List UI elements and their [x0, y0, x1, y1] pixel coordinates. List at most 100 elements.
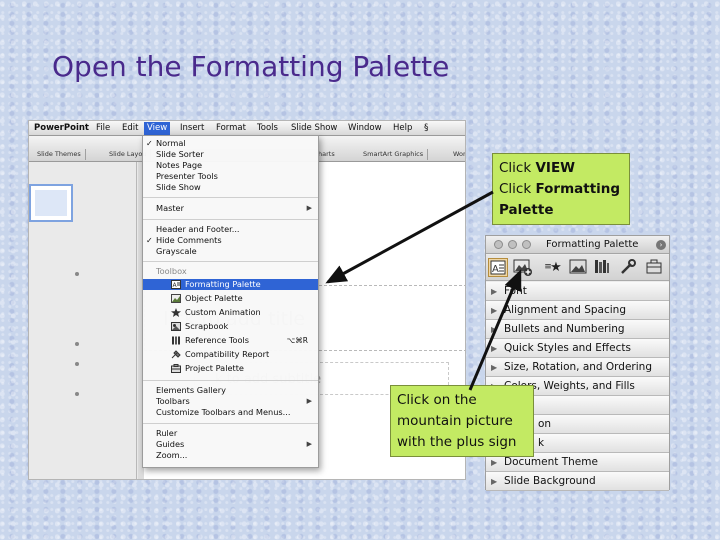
- menu-separator: [143, 423, 318, 424]
- section-label: Alignment and Spacing: [504, 304, 627, 316]
- menu-item-label: Normal: [156, 138, 186, 148]
- menu-item-toolbars[interactable]: Toolbars ▶: [143, 396, 318, 407]
- menu-item-presenter-tools[interactable]: Presenter Tools: [143, 171, 318, 182]
- menu-tools[interactable]: Tools: [254, 122, 281, 135]
- menu-item-reference-tools[interactable]: Reference Tools ⌥⌘R: [143, 335, 318, 346]
- menu-file[interactable]: File: [93, 122, 113, 135]
- callout-line: Click Formatting: [499, 179, 623, 200]
- menu-item-guides[interactable]: Guides ▶: [143, 439, 318, 450]
- menu-slide-show[interactable]: Slide Show: [288, 122, 340, 135]
- text-box-icon[interactable]: A: [488, 258, 508, 277]
- menu-edit[interactable]: Edit: [119, 122, 141, 135]
- star-shape-icon[interactable]: ★: [546, 258, 566, 277]
- ribbon-tab-wordart[interactable]: Wor: [449, 149, 465, 160]
- palette-titlebar[interactable]: Formatting Palette ›: [486, 236, 669, 254]
- menu-item-slide-sorter[interactable]: Slide Sorter: [143, 149, 318, 160]
- menu-item-normal[interactable]: ✓ Normal: [143, 138, 318, 149]
- menu-item-label: Formatting Palette: [185, 279, 261, 289]
- menu-item-header-footer[interactable]: Header and Footer...: [143, 224, 318, 235]
- callout-line: Palette: [499, 200, 623, 221]
- menu-item-label: Object Palette: [185, 293, 243, 303]
- menu-insert[interactable]: Insert: [177, 122, 207, 135]
- script-menu-icon[interactable]: §: [421, 122, 432, 135]
- checkmark-icon: ✓: [146, 236, 153, 245]
- ribbon-tab-slide-themes[interactable]: Slide Themes: [33, 149, 86, 160]
- pane-splitter-dot: [75, 392, 79, 396]
- menu-item-master[interactable]: Master ▶: [143, 203, 318, 214]
- menu-item-grayscale[interactable]: Grayscale: [143, 246, 318, 257]
- menu-item-label: Presenter Tools: [156, 171, 218, 181]
- section-label: Bullets and Numbering: [504, 323, 625, 335]
- palette-options-icon[interactable]: ›: [656, 240, 666, 250]
- palette-section-bullets[interactable]: ▶ Bullets and Numbering: [486, 320, 669, 339]
- palette-section-slide-background[interactable]: ▶ Slide Background: [486, 472, 669, 491]
- menu-item-project-palette[interactable]: Project Palette: [143, 363, 318, 374]
- section-label: Document Theme: [504, 456, 598, 468]
- menu-help[interactable]: Help: [390, 122, 415, 135]
- menu-powerpoint[interactable]: PowerPoint: [31, 122, 92, 135]
- palette-section-size-rotation[interactable]: ▶ Size, Rotation, and Ordering: [486, 358, 669, 377]
- section-label: Size, Rotation, and Ordering: [504, 361, 652, 373]
- menu-item-notes-page[interactable]: Notes Page: [143, 160, 318, 171]
- callout-line: mountain picture: [397, 413, 513, 429]
- submenu-arrow-icon: ▶: [306, 204, 312, 212]
- palette-toolbar: A ≡ ★: [486, 255, 669, 281]
- menu-item-label: Grayscale: [156, 246, 197, 256]
- menu-item-label: Customize Toolbars and Menus...: [156, 407, 291, 417]
- submenu-arrow-icon: ▶: [306, 440, 312, 448]
- menu-item-object-palette[interactable]: Object Palette: [143, 293, 318, 304]
- submenu-arrow-icon: ▶: [306, 397, 312, 405]
- view-menu-dropdown: ✓ Normal Slide Sorter Notes Page Presente…: [142, 135, 319, 468]
- menu-item-label: Custom Animation: [185, 307, 261, 317]
- library-icon[interactable]: [592, 258, 612, 277]
- picture-icon[interactable]: [568, 258, 588, 277]
- menu-separator: [143, 261, 318, 262]
- zoom-button[interactable]: [522, 240, 531, 249]
- section-label: Quick Styles and Effects: [504, 342, 631, 354]
- callout-emphasis: VIEW: [535, 160, 576, 176]
- tools-icon[interactable]: [618, 258, 638, 277]
- callout-line: Click VIEW: [499, 158, 623, 179]
- menu-bar: PowerPoint File Edit View Insert Format …: [29, 121, 465, 136]
- menu-item-elements-gallery[interactable]: Elements Gallery: [143, 385, 318, 396]
- menu-item-hide-comments[interactable]: ✓ Hide Comments: [143, 235, 318, 246]
- menu-item-label: Slide Show: [156, 182, 201, 192]
- slides-pane: [29, 162, 137, 479]
- toolbox-icon[interactable]: [644, 258, 664, 277]
- disclosure-triangle-icon: ▶: [491, 363, 498, 372]
- callout-text: Click: [499, 160, 536, 176]
- svg-text:A: A: [492, 264, 499, 275]
- minimize-button[interactable]: [508, 240, 517, 249]
- palette-section-quick-styles[interactable]: ▶ Quick Styles and Effects: [486, 339, 669, 358]
- menu-item-label: Master: [156, 203, 184, 213]
- section-label: k: [538, 437, 545, 449]
- ribbon-tab-smartart[interactable]: SmartArt Graphics: [359, 149, 429, 160]
- menu-item-slide-show[interactable]: Slide Show: [143, 182, 318, 193]
- slide-thumbnail[interactable]: [29, 184, 73, 222]
- menu-item-scrapbook[interactable]: Scrapbook: [143, 321, 318, 332]
- checkmark-icon: ✓: [146, 139, 153, 148]
- disclosure-triangle-icon: ▶: [491, 287, 498, 296]
- menu-item-zoom[interactable]: Zoom...: [143, 450, 318, 461]
- menu-item-compatibility-report[interactable]: Compatibility Report: [143, 349, 318, 360]
- mountain-picture-plus-icon[interactable]: [513, 258, 533, 277]
- callout-click-view: Click VIEW Click Formatting Palette: [492, 153, 630, 225]
- disclosure-triangle-icon: ▶: [491, 477, 498, 486]
- menu-item-custom-animation[interactable]: Custom Animation: [143, 307, 318, 318]
- menu-item-label: Zoom...: [156, 450, 188, 460]
- menu-item-label: Compatibility Report: [185, 349, 270, 359]
- palette-section-font[interactable]: ▶ Font: [486, 282, 669, 301]
- menu-item-customize-toolbars[interactable]: Customize Toolbars and Menus...: [143, 407, 318, 418]
- formatting-palette-icon: A: [171, 280, 181, 289]
- menu-item-formatting-palette[interactable]: A Formatting Palette: [143, 279, 318, 290]
- close-button[interactable]: [494, 240, 503, 249]
- menu-separator: [143, 197, 318, 198]
- menu-item-label: Scrapbook: [185, 321, 229, 331]
- menu-format[interactable]: Format: [213, 122, 249, 135]
- palette-section-alignment[interactable]: ▶ Alignment and Spacing: [486, 301, 669, 320]
- menu-window[interactable]: Window: [345, 122, 385, 135]
- pane-splitter-dot: [75, 272, 79, 276]
- callout-emphasis: Palette: [499, 202, 554, 218]
- menu-item-ruler[interactable]: Ruler: [143, 428, 318, 439]
- menu-view[interactable]: View: [144, 122, 171, 135]
